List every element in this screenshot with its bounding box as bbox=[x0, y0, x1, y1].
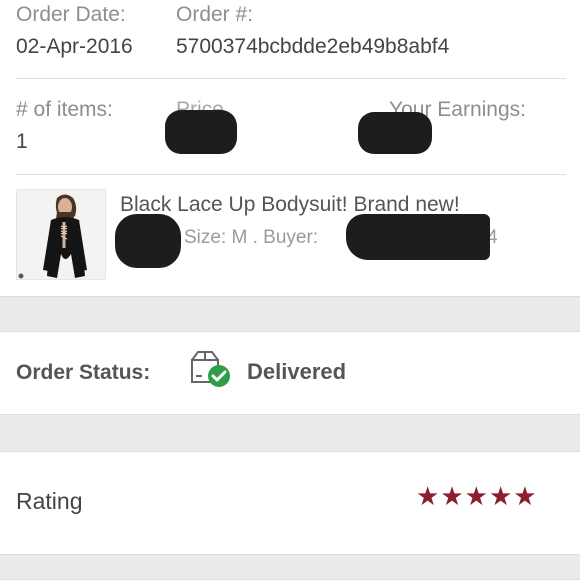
items-count-value: 1 bbox=[16, 130, 28, 153]
order-info-card: Order Date: 02-Apr-2016 Order #: 5700374… bbox=[0, 0, 580, 296]
rating-stars: ★★★★★ bbox=[416, 481, 538, 512]
product-size-buyer: Size: M . Buyer: bbox=[184, 227, 319, 248]
star-icon: ★ bbox=[488, 481, 513, 511]
order-number-value: 5700374bcbdde2eb49b8abf4 bbox=[176, 35, 450, 58]
items-count-label: # of items: bbox=[16, 98, 113, 121]
section-separator bbox=[0, 296, 580, 332]
star-icon: ★ bbox=[513, 481, 537, 511]
order-status-label: Order Status: bbox=[16, 361, 151, 384]
rating-label: Rating bbox=[16, 488, 83, 514]
price-redaction bbox=[165, 110, 237, 154]
star-icon: ★ bbox=[416, 481, 440, 511]
bodysuit-image bbox=[17, 190, 105, 279]
section-separator bbox=[0, 554, 580, 580]
star-icon: ★ bbox=[464, 481, 488, 511]
earnings-redaction bbox=[358, 112, 432, 154]
order-status-value: Delivered bbox=[247, 359, 347, 384]
order-number-label: Order #: bbox=[176, 3, 254, 26]
package-delivered-icon bbox=[188, 350, 234, 390]
divider bbox=[16, 174, 566, 175]
order-date-value: 02-Apr-2016 bbox=[16, 35, 133, 58]
star-icon: ★ bbox=[440, 481, 464, 511]
product-left-redaction bbox=[115, 214, 181, 268]
divider bbox=[16, 78, 566, 79]
product-thumbnail[interactable] bbox=[16, 189, 106, 280]
order-date-label: Order Date: bbox=[16, 3, 126, 26]
section-separator bbox=[0, 414, 580, 452]
order-detail-screen: Order Date: 02-Apr-2016 Order #: 5700374… bbox=[0, 0, 580, 580]
buyer-redaction bbox=[346, 214, 490, 260]
